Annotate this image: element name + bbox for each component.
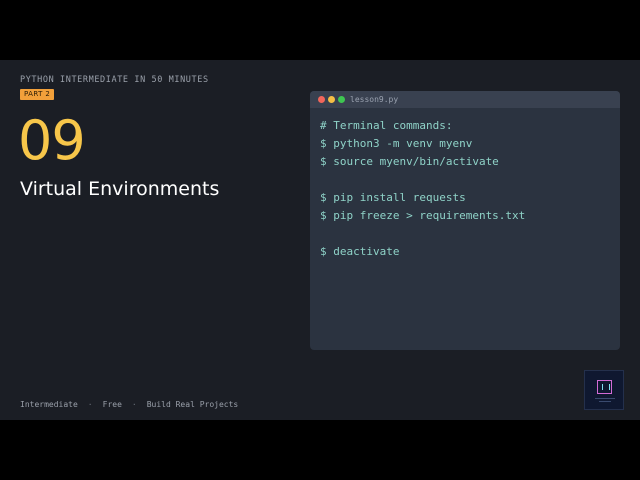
video-frame: PYTHON INTERMEDIATE IN 50 MINUTES PART 2… (0, 0, 640, 480)
footer-tag-price: Free (102, 400, 122, 409)
brand-logo-icon (584, 370, 624, 410)
close-dot-icon (318, 96, 325, 103)
minimize-dot-icon (328, 96, 335, 103)
footer-separator: · (87, 400, 93, 409)
footer-tag-focus: Build Real Projects (146, 400, 239, 409)
footer-tags: Intermediate · Free · Build Real Projects (20, 399, 238, 410)
footer-separator: · (131, 400, 137, 409)
lesson-title: Virtual Environments (20, 178, 220, 200)
logo-underline (599, 401, 611, 402)
code-line: # Terminal commands: (320, 119, 453, 132)
part-badge: PART 2 (20, 89, 55, 100)
editor-filename: lesson9.py (350, 95, 399, 104)
editor-title-bar: lesson9.py (310, 91, 620, 108)
lesson-slide: PYTHON INTERMEDIATE IN 50 MINUTES PART 2… (0, 60, 640, 420)
course-title: PYTHON INTERMEDIATE IN 50 MINUTES (20, 75, 209, 85)
logo-mark (597, 380, 612, 394)
logo-underline (595, 398, 615, 399)
code-editor-window: lesson9.py # Terminal commands: $ python… (310, 91, 620, 350)
code-line: $ pip install requests (320, 191, 466, 204)
footer-tag-level: Intermediate (20, 400, 78, 409)
lesson-number: 09 (18, 109, 86, 172)
code-line: $ deactivate (320, 245, 400, 258)
code-line: $ pip freeze > requirements.txt (320, 209, 526, 222)
code-line: $ python3 -m venv myenv (320, 137, 473, 150)
code-line: $ source myenv/bin/activate (320, 155, 499, 168)
maximize-dot-icon (338, 96, 345, 103)
code-block: # Terminal commands: $ python3 -m venv m… (320, 117, 525, 261)
